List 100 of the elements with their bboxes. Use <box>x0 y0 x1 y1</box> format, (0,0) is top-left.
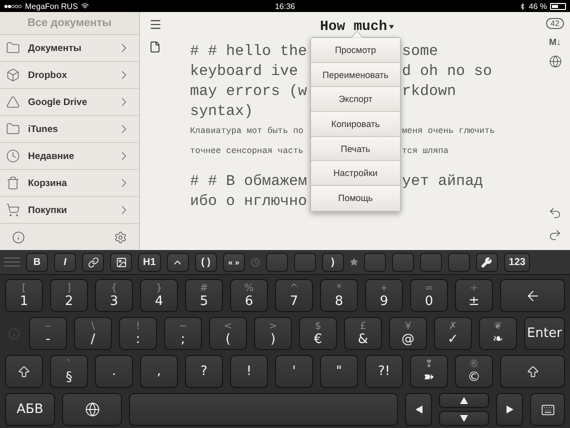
redo-icon[interactable] <box>548 228 562 242</box>
word-count: 42 <box>546 18 564 29</box>
sidebar-item[interactable]: Dropbox <box>0 62 139 89</box>
image-button[interactable] <box>110 252 132 272</box>
sidebar-item[interactable]: Покупки <box>0 197 139 224</box>
sidebar-item[interactable]: Корзина <box>0 170 139 197</box>
key[interactable]: ] 2 <box>50 279 88 312</box>
key[interactable]: . <box>95 355 133 388</box>
key[interactable]: { 3 <box>95 279 133 312</box>
key[interactable]: ` § <box>50 355 88 388</box>
key[interactable]: Enter <box>524 317 565 350</box>
editor-text: some <box>402 42 440 60</box>
key[interactable]: $ € <box>299 317 337 350</box>
globe-key[interactable] <box>62 393 122 426</box>
key[interactable]: " <box>320 355 358 388</box>
key[interactable]: ÷ ± <box>455 279 493 312</box>
sidebar-title: Все документы <box>27 17 112 29</box>
image-icon <box>116 256 126 268</box>
key[interactable]: ❢ ➽ <box>410 355 448 388</box>
wrench-button[interactable] <box>476 252 498 272</box>
key[interactable]: \ / <box>74 317 112 350</box>
right-arrow-key[interactable] <box>496 393 523 426</box>
key[interactable]: – - <box>29 317 67 350</box>
key[interactable]: ^ 7 <box>275 279 313 312</box>
sidebar-item[interactable]: Google Drive <box>0 89 139 116</box>
menu-item[interactable]: Копировать <box>311 112 400 137</box>
cart-icon <box>6 203 20 217</box>
toolbar-button[interactable]: H1 <box>138 252 161 272</box>
italic-button[interactable]: I <box>54 252 76 272</box>
down-arrow-key[interactable] <box>439 411 489 426</box>
key[interactable]: > ) <box>254 317 292 350</box>
file-icon[interactable] <box>149 41 161 53</box>
up-arrow-icon <box>460 397 468 404</box>
key[interactable]: ❦ ❧ <box>479 317 517 350</box>
key[interactable]: ! : <box>119 317 157 350</box>
menu-item[interactable]: Экспорт <box>311 87 400 112</box>
folder-icon <box>6 41 20 55</box>
wrench-icon <box>481 256 492 268</box>
bluetooth-icon <box>518 2 526 10</box>
triangle-icon <box>6 95 20 109</box>
link-icon <box>88 256 98 268</box>
toolbar-button[interactable]: 123 <box>504 252 530 272</box>
wifi-icon <box>80 2 89 10</box>
info-icon[interactable] <box>12 230 25 244</box>
menu-item[interactable]: Печать <box>311 136 400 162</box>
key[interactable]: < ( <box>209 317 247 350</box>
markdown-button[interactable]: M↓ <box>549 37 561 47</box>
editor-text: ует айпад <box>402 172 484 190</box>
signal-icon <box>4 4 22 8</box>
trash-icon <box>6 176 20 190</box>
toolbar-button[interactable]: ) <box>322 252 344 272</box>
key[interactable]: ~ ; <box>164 317 202 350</box>
key[interactable]: # 5 <box>185 279 223 312</box>
key[interactable]: [ 1 <box>5 279 43 312</box>
up-arrow-key[interactable] <box>439 393 489 408</box>
editor-text: тся шляпа <box>402 146 450 156</box>
hide-keyboard-key[interactable] <box>530 393 565 426</box>
sidebar-item[interactable]: Документы <box>0 35 139 62</box>
clock-icon <box>6 149 20 163</box>
key[interactable]: ?! <box>365 355 403 388</box>
key[interactable]: ' <box>275 355 313 388</box>
settings-icon[interactable] <box>114 230 127 244</box>
caret-button[interactable] <box>166 252 189 272</box>
undo-icon[interactable] <box>548 206 562 220</box>
left-arrow-key[interactable] <box>405 393 432 426</box>
key[interactable]: ? <box>185 355 223 388</box>
globe-icon[interactable] <box>548 55 562 68</box>
menu-item[interactable]: Помощь <box>311 186 400 211</box>
grip-icon[interactable] <box>4 257 20 267</box>
box-icon <box>6 68 20 82</box>
key[interactable]: £ & <box>344 317 382 350</box>
key[interactable]: ! <box>230 355 268 388</box>
star-icon[interactable] <box>350 258 358 266</box>
menu-item[interactable]: Настройки <box>311 161 400 186</box>
menu-item[interactable]: Просмотр <box>311 38 400 63</box>
key[interactable]: * 8 <box>320 279 358 312</box>
editor-text: ибо о нглючно <box>190 192 308 210</box>
keyboard-icon <box>540 402 554 416</box>
key[interactable]: ® © <box>455 355 493 388</box>
key[interactable]: % 6 <box>230 279 268 312</box>
toolbar-button[interactable]: B <box>26 252 48 272</box>
quotes-button[interactable]: « » <box>222 252 245 272</box>
toolbar-button[interactable]: ( ) <box>194 252 217 272</box>
menu-item[interactable]: Переименовать <box>311 62 400 88</box>
shift-key[interactable] <box>5 355 43 388</box>
sidebar-item[interactable]: iTunes <box>0 116 139 143</box>
link-button[interactable] <box>82 252 104 272</box>
document-title[interactable]: How much <box>320 18 394 34</box>
key[interactable]: ✗ ✓ <box>434 317 472 350</box>
caret-icon <box>389 24 394 28</box>
key[interactable]: АБВ <box>5 393 55 426</box>
key[interactable]: = 0 <box>410 279 448 312</box>
key[interactable]: , <box>140 355 178 388</box>
clock-time: 16:36 <box>274 2 296 10</box>
key[interactable]: + 9 <box>365 279 403 312</box>
down-arrow-icon <box>460 415 468 422</box>
sidebar-item[interactable]: Недавние <box>0 143 139 170</box>
key[interactable]: ¥ @ <box>389 317 427 350</box>
menu-icon[interactable] <box>148 18 162 31</box>
key[interactable]: } 4 <box>140 279 178 312</box>
